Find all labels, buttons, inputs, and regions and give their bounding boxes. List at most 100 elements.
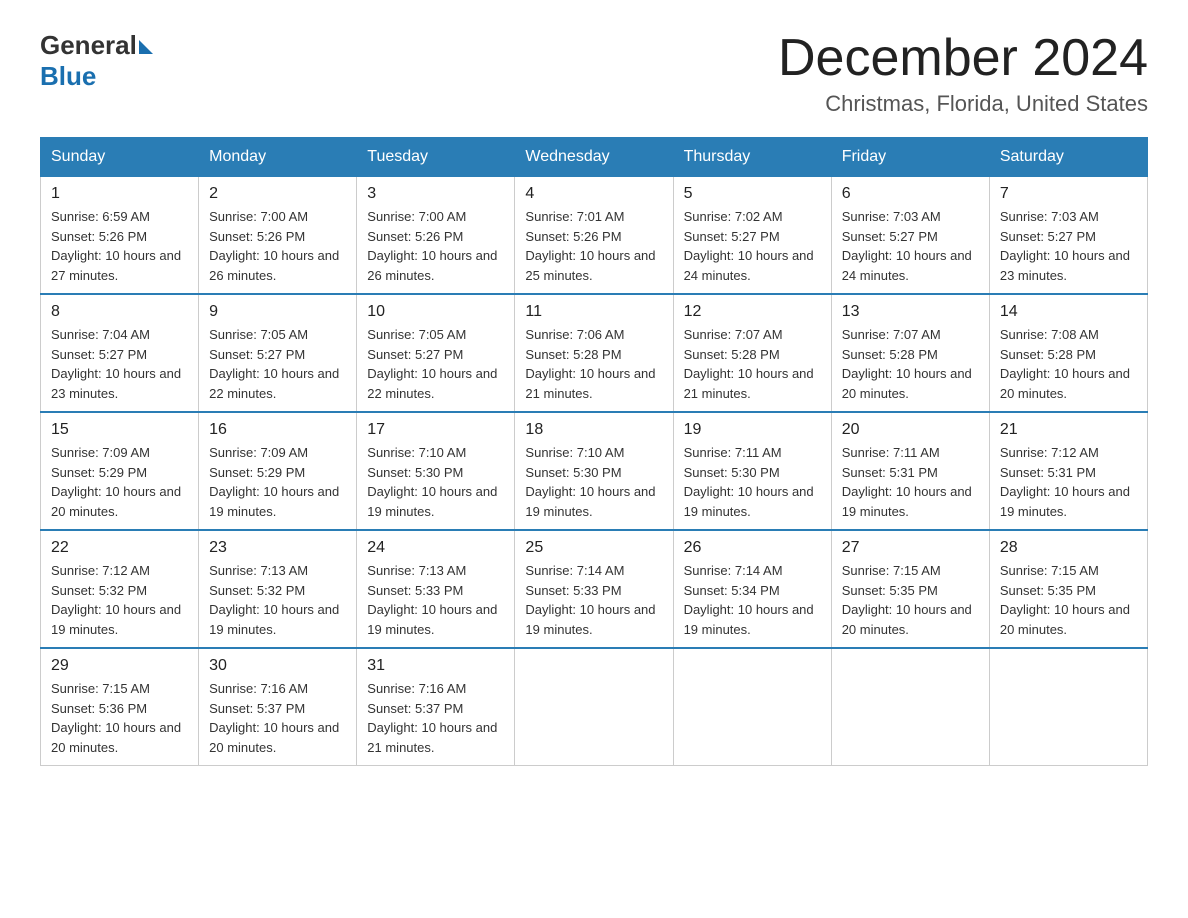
table-row: 14 Sunrise: 7:08 AMSunset: 5:28 PMDayligh… — [989, 294, 1147, 412]
table-row: 29 Sunrise: 7:15 AMSunset: 5:36 PMDayligh… — [41, 648, 199, 766]
day-info: Sunrise: 7:04 AMSunset: 5:27 PMDaylight:… — [51, 325, 188, 403]
table-row: 18Sunrise: 7:10 AMSunset: 5:30 PMDayligh… — [515, 412, 673, 530]
day-info: Sunrise: 7:15 AMSunset: 5:36 PMDaylight:… — [51, 679, 188, 757]
table-row: 6 Sunrise: 7:03 AMSunset: 5:27 PMDaylight… — [831, 177, 989, 295]
table-row: 12 Sunrise: 7:07 AMSunset: 5:28 PMDayligh… — [673, 294, 831, 412]
table-row: 2 Sunrise: 7:00 AMSunset: 5:26 PMDaylight… — [199, 177, 357, 295]
table-row: 1 Sunrise: 6:59 AMSunset: 5:26 PMDaylight… — [41, 177, 199, 295]
day-info: Sunrise: 7:15 AMSunset: 5:35 PMDaylight:… — [1000, 561, 1137, 639]
day-number: 11 — [525, 303, 662, 321]
table-row: 10 Sunrise: 7:05 AMSunset: 5:27 PMDayligh… — [357, 294, 515, 412]
table-row: 22Sunrise: 7:12 AMSunset: 5:32 PMDayligh… — [41, 530, 199, 648]
table-row: 19Sunrise: 7:11 AMSunset: 5:30 PMDayligh… — [673, 412, 831, 530]
logo-arrow-icon — [139, 40, 153, 54]
calendar-week-4: 22Sunrise: 7:12 AMSunset: 5:32 PMDayligh… — [41, 530, 1148, 648]
table-row — [673, 648, 831, 766]
day-info: Sunrise: 7:05 AMSunset: 5:27 PMDaylight:… — [209, 325, 346, 403]
day-number: 5 — [684, 185, 821, 203]
table-row: 25Sunrise: 7:14 AMSunset: 5:33 PMDayligh… — [515, 530, 673, 648]
day-number: 20 — [842, 421, 979, 439]
day-number: 28 — [1000, 539, 1137, 557]
day-number: 9 — [209, 303, 346, 321]
day-number: 27 — [842, 539, 979, 557]
table-row: 8 Sunrise: 7:04 AMSunset: 5:27 PMDaylight… — [41, 294, 199, 412]
calendar-week-5: 29 Sunrise: 7:15 AMSunset: 5:36 PMDayligh… — [41, 648, 1148, 766]
day-info: Sunrise: 7:13 AMSunset: 5:32 PMDaylight:… — [209, 561, 346, 639]
day-info: Sunrise: 7:09 AMSunset: 5:29 PMDaylight:… — [51, 443, 188, 521]
table-row: 30 Sunrise: 7:16 AMSunset: 5:37 PMDayligh… — [199, 648, 357, 766]
day-number: 16 — [209, 421, 346, 439]
day-info: Sunrise: 7:06 AMSunset: 5:28 PMDaylight:… — [525, 325, 662, 403]
day-number: 8 — [51, 303, 188, 321]
day-number: 2 — [209, 185, 346, 203]
day-info: Sunrise: 7:12 AMSunset: 5:31 PMDaylight:… — [1000, 443, 1137, 521]
header-monday: Monday — [199, 138, 357, 177]
day-number: 17 — [367, 421, 504, 439]
day-info: Sunrise: 7:11 AMSunset: 5:31 PMDaylight:… — [842, 443, 979, 521]
table-row: 27 Sunrise: 7:15 AMSunset: 5:35 PMDayligh… — [831, 530, 989, 648]
title-section: December 2024 Christmas, Florida, United… — [778, 30, 1148, 117]
day-number: 6 — [842, 185, 979, 203]
calendar-week-2: 8 Sunrise: 7:04 AMSunset: 5:27 PMDaylight… — [41, 294, 1148, 412]
day-info: Sunrise: 7:03 AMSunset: 5:27 PMDaylight:… — [1000, 207, 1137, 285]
day-number: 22 — [51, 539, 188, 557]
table-row — [831, 648, 989, 766]
header-wednesday: Wednesday — [515, 138, 673, 177]
table-row: 23 Sunrise: 7:13 AMSunset: 5:32 PMDayligh… — [199, 530, 357, 648]
day-number: 26 — [684, 539, 821, 557]
day-number: 24 — [367, 539, 504, 557]
calendar-header-row: Sunday Monday Tuesday Wednesday Thursday… — [41, 138, 1148, 177]
table-row: 20 Sunrise: 7:11 AMSunset: 5:31 PMDayligh… — [831, 412, 989, 530]
table-row: 26 Sunrise: 7:14 AMSunset: 5:34 PMDayligh… — [673, 530, 831, 648]
page-header: General Blue December 2024 Christmas, Fl… — [40, 30, 1148, 117]
day-info: Sunrise: 7:07 AMSunset: 5:28 PMDaylight:… — [684, 325, 821, 403]
day-info: Sunrise: 7:16 AMSunset: 5:37 PMDaylight:… — [367, 679, 504, 757]
day-number: 15 — [51, 421, 188, 439]
table-row: 21Sunrise: 7:12 AMSunset: 5:31 PMDayligh… — [989, 412, 1147, 530]
day-number: 30 — [209, 657, 346, 675]
day-number: 23 — [209, 539, 346, 557]
day-info: Sunrise: 7:00 AMSunset: 5:26 PMDaylight:… — [209, 207, 346, 285]
day-number: 7 — [1000, 185, 1137, 203]
day-number: 14 — [1000, 303, 1137, 321]
day-info: Sunrise: 7:03 AMSunset: 5:27 PMDaylight:… — [842, 207, 979, 285]
table-row — [989, 648, 1147, 766]
table-row: 7 Sunrise: 7:03 AMSunset: 5:27 PMDaylight… — [989, 177, 1147, 295]
table-row: 9 Sunrise: 7:05 AMSunset: 5:27 PMDaylight… — [199, 294, 357, 412]
day-info: Sunrise: 7:00 AMSunset: 5:26 PMDaylight:… — [367, 207, 504, 285]
day-info: Sunrise: 7:08 AMSunset: 5:28 PMDaylight:… — [1000, 325, 1137, 403]
day-number: 12 — [684, 303, 821, 321]
day-info: Sunrise: 6:59 AMSunset: 5:26 PMDaylight:… — [51, 207, 188, 285]
day-number: 13 — [842, 303, 979, 321]
logo-general-text: General — [40, 30, 137, 61]
header-tuesday: Tuesday — [357, 138, 515, 177]
day-info: Sunrise: 7:14 AMSunset: 5:34 PMDaylight:… — [684, 561, 821, 639]
day-number: 10 — [367, 303, 504, 321]
day-number: 1 — [51, 185, 188, 203]
day-number: 31 — [367, 657, 504, 675]
table-row: 11 Sunrise: 7:06 AMSunset: 5:28 PMDayligh… — [515, 294, 673, 412]
calendar-week-1: 1 Sunrise: 6:59 AMSunset: 5:26 PMDaylight… — [41, 177, 1148, 295]
day-info: Sunrise: 7:15 AMSunset: 5:35 PMDaylight:… — [842, 561, 979, 639]
table-row: 5 Sunrise: 7:02 AMSunset: 5:27 PMDaylight… — [673, 177, 831, 295]
day-info: Sunrise: 7:01 AMSunset: 5:26 PMDaylight:… — [525, 207, 662, 285]
table-row: 13 Sunrise: 7:07 AMSunset: 5:28 PMDayligh… — [831, 294, 989, 412]
day-number: 3 — [367, 185, 504, 203]
day-info: Sunrise: 7:10 AMSunset: 5:30 PMDaylight:… — [367, 443, 504, 521]
day-info: Sunrise: 7:16 AMSunset: 5:37 PMDaylight:… — [209, 679, 346, 757]
day-info: Sunrise: 7:05 AMSunset: 5:27 PMDaylight:… — [367, 325, 504, 403]
day-info: Sunrise: 7:02 AMSunset: 5:27 PMDaylight:… — [684, 207, 821, 285]
day-number: 25 — [525, 539, 662, 557]
table-row: 15 Sunrise: 7:09 AMSunset: 5:29 PMDayligh… — [41, 412, 199, 530]
table-row: 4 Sunrise: 7:01 AMSunset: 5:26 PMDaylight… — [515, 177, 673, 295]
day-number: 29 — [51, 657, 188, 675]
header-sunday: Sunday — [41, 138, 199, 177]
day-info: Sunrise: 7:09 AMSunset: 5:29 PMDaylight:… — [209, 443, 346, 521]
day-number: 4 — [525, 185, 662, 203]
day-number: 18 — [525, 421, 662, 439]
calendar-table: Sunday Monday Tuesday Wednesday Thursday… — [40, 137, 1148, 766]
day-info: Sunrise: 7:07 AMSunset: 5:28 PMDaylight:… — [842, 325, 979, 403]
location-title: Christmas, Florida, United States — [778, 91, 1148, 117]
table-row: 3 Sunrise: 7:00 AMSunset: 5:26 PMDaylight… — [357, 177, 515, 295]
header-saturday: Saturday — [989, 138, 1147, 177]
